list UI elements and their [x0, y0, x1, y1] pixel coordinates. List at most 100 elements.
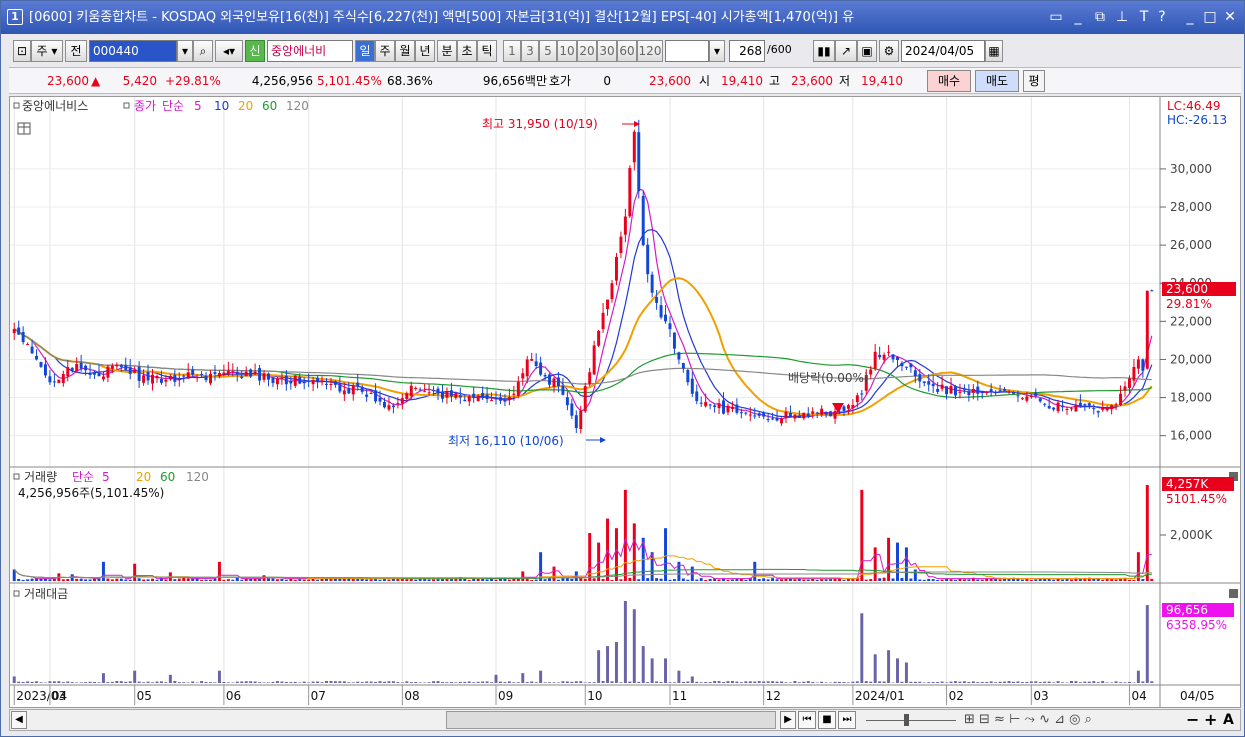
amount-last-label: 96,656	[1166, 603, 1208, 617]
interval-3[interactable]: 3	[521, 40, 539, 62]
volume-bar	[677, 561, 681, 581]
auto-scale-icon[interactable]: A	[1223, 711, 1234, 729]
amount-bar	[293, 681, 297, 683]
fast-forward-icon[interactable]: ⏭	[838, 711, 856, 729]
legend-ma60[interactable]: 60	[262, 99, 277, 113]
sell-button[interactable]: 매도	[975, 70, 1019, 92]
zoom-out-icon[interactable]: −	[1186, 711, 1199, 729]
stock-code-input[interactable]: 000440	[89, 40, 177, 62]
volume-legend-simple[interactable]: 단순	[72, 470, 94, 484]
amount-bar	[610, 681, 614, 683]
interval-custom-input[interactable]	[665, 40, 709, 62]
legend-ma20[interactable]: 20	[238, 99, 253, 113]
volume-bar	[655, 578, 659, 581]
interval-5[interactable]: 5	[539, 40, 557, 62]
interval-30[interactable]: 30	[597, 40, 617, 62]
volume-legend-ma60[interactable]: 60	[160, 470, 175, 484]
rewind-icon[interactable]: ⏮	[798, 711, 816, 729]
volume-legend-ma120[interactable]: 120	[186, 470, 209, 484]
amount-title[interactable]: 거래대금	[24, 587, 68, 601]
volume-legend-ma20[interactable]: 20	[136, 470, 151, 484]
price-title[interactable]: 중앙에너비스	[22, 99, 88, 113]
zoom-icon[interactable]: ▮▮	[813, 40, 835, 62]
stock-name-field[interactable]: 중앙에너비	[267, 40, 353, 62]
minimize-icon[interactable]: _	[1069, 8, 1087, 26]
period-tab-tick[interactable]: 틱	[477, 40, 497, 62]
candle-body	[1016, 395, 1020, 397]
volume-bar	[686, 579, 690, 581]
period-tab-week[interactable]: 주	[375, 40, 395, 62]
chart-scrollbar[interactable]: ◀ ▶ ⏮ ■ ⏭ ⊞ ⊟ ≈ ⊢ ⤳ ∿ ⊿ ◎ ⌕ − + A	[9, 709, 1241, 731]
amount-bar	[918, 681, 922, 683]
title-bar[interactable]: 1 [0600] 키움종합차트 - KOSDAQ 외국인보유[16(천)] 주식…	[1, 1, 1244, 34]
eval-button[interactable]: 평	[1023, 70, 1045, 92]
candles[interactable]	[12, 119, 1154, 434]
chart-area[interactable]: 중앙에너비스 종가 단순 5 10 20 60 120 LC:46.49 HC:…	[9, 96, 1241, 708]
speed-slider-handle[interactable]	[904, 714, 909, 726]
interval-dropdown[interactable]: ▾	[709, 40, 725, 62]
interval-120[interactable]: 120	[637, 40, 663, 62]
volume-bars[interactable]	[12, 485, 1154, 581]
legend-simple[interactable]: 단순	[162, 99, 184, 113]
trend-icon[interactable]: ↗	[835, 40, 857, 62]
code-dropdown[interactable]: ▾	[177, 40, 193, 62]
date-input[interactable]: 2024/04/05	[901, 40, 985, 62]
market-select[interactable]: 주 ▾	[31, 40, 63, 62]
window-number-badge[interactable]: 1	[7, 9, 23, 25]
legend-ma120[interactable]: 120	[286, 99, 309, 113]
pin-icon[interactable]: ⊥	[1113, 8, 1131, 26]
amount-bar	[530, 681, 534, 683]
window-maximize-icon[interactable]: □	[1201, 8, 1219, 26]
volume-title[interactable]: 거래량	[24, 470, 57, 484]
zoom-in-icon[interactable]: +	[1204, 711, 1217, 729]
restore-icon[interactable]: ▭	[1047, 8, 1065, 26]
interval-60[interactable]: 60	[617, 40, 637, 62]
period-tab-month[interactable]: 월	[395, 40, 415, 62]
window-minimize-icon[interactable]: _	[1181, 8, 1199, 26]
legend-ma10[interactable]: 10	[214, 99, 229, 113]
amount-bar	[548, 682, 552, 683]
window-close-icon[interactable]: ✕	[1221, 8, 1239, 26]
volume-legend-ma5[interactable]: 5	[102, 470, 110, 484]
amount-bar	[936, 682, 940, 683]
scroll-right-icon[interactable]: ▶	[780, 711, 796, 729]
save-icon[interactable]: ▣	[857, 40, 877, 62]
volume-legend[interactable]: 거래량 단순 5 20 60 120	[13, 470, 209, 484]
amount-bar	[12, 676, 16, 683]
period-tab-year[interactable]: 년	[415, 40, 435, 62]
legend-ma5[interactable]: 5	[194, 99, 202, 113]
volume-bar	[1145, 485, 1149, 581]
search-icon[interactable]: ⌕	[193, 40, 213, 62]
chart-svg[interactable]: 중앙에너비스 종가 단순 5 10 20 60 120 LC:46.49 HC:…	[10, 97, 1240, 707]
period-tab-second[interactable]: 초	[457, 40, 477, 62]
legend-close[interactable]: 종가	[134, 99, 156, 113]
text-icon[interactable]: T	[1135, 8, 1153, 26]
scroll-left-icon[interactable]: ◀	[11, 711, 27, 729]
calendar-icon[interactable]: ▦	[985, 40, 1003, 62]
candle-body	[1034, 392, 1038, 396]
prev-button[interactable]: 전	[65, 40, 87, 62]
new-listing-badge[interactable]: 신	[245, 40, 265, 62]
buy-button[interactable]: 매수	[927, 70, 971, 92]
sound-icon[interactable]: ◂▾	[215, 40, 243, 62]
amount-bars[interactable]	[12, 601, 1154, 683]
scroll-thumb[interactable]	[446, 711, 776, 729]
amount-bar	[664, 658, 668, 683]
amount-bar	[387, 681, 391, 683]
count-input[interactable]: 268	[729, 40, 765, 62]
help-icon[interactable]: ?	[1153, 8, 1171, 26]
speed-slider-track[interactable]	[866, 720, 956, 721]
tile-icon[interactable]: ⧉	[1091, 8, 1109, 26]
gear-icon[interactable]: ⚙	[879, 40, 899, 62]
drawing-tools-icon[interactable]: ⊞ ⊟ ≈ ⊢ ⤳ ∿ ⊿ ◎ ⌕	[964, 712, 1092, 728]
stop-icon[interactable]: ■	[818, 711, 836, 729]
interval-20[interactable]: 20	[577, 40, 597, 62]
price-legend[interactable]: 중앙에너비스 종가 단순 5 10 20 60 120	[13, 99, 309, 113]
period-tab-day[interactable]: 일	[355, 40, 375, 62]
amount-panel-close-icon[interactable]	[1229, 589, 1238, 598]
interval-10[interactable]: 10	[557, 40, 577, 62]
interval-1[interactable]: 1	[503, 40, 521, 62]
amount-bar	[708, 682, 712, 683]
link-icon[interactable]: ⊡	[13, 40, 31, 62]
period-tab-minute[interactable]: 분	[437, 40, 457, 62]
